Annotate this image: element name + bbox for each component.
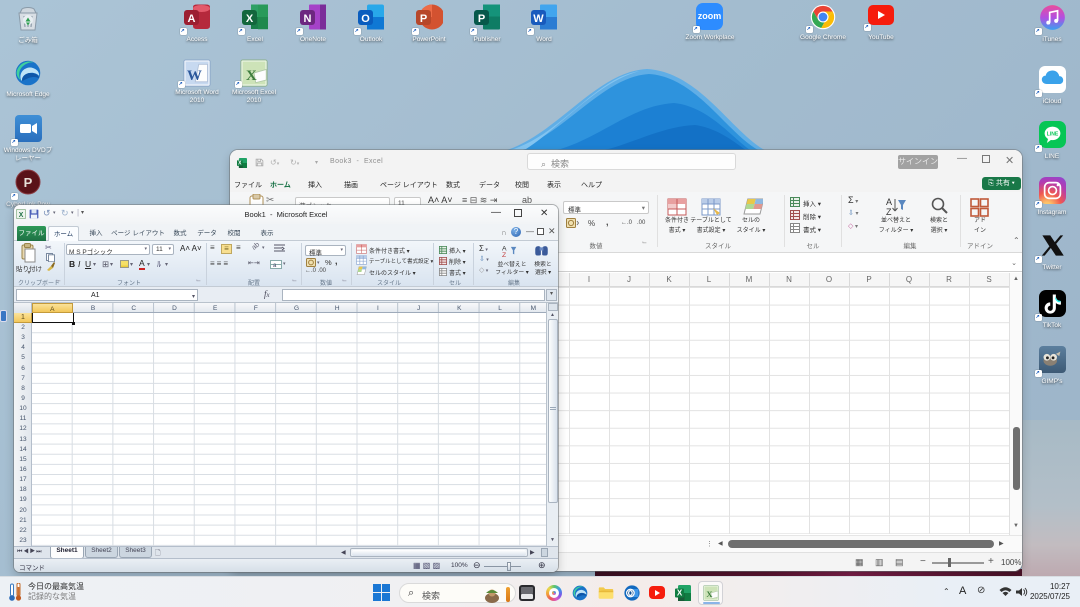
svg-text:X: X — [246, 13, 254, 25]
svg-text:W: W — [533, 13, 544, 25]
svg-text:X: X — [706, 589, 713, 599]
svg-text:O: O — [361, 13, 370, 25]
svg-text:X: X — [677, 589, 683, 598]
svg-text:A: A — [188, 13, 196, 25]
svg-text:Z: Z — [502, 252, 506, 258]
svg-text:LINE: LINE — [1047, 132, 1059, 138]
svg-text:X: X — [246, 68, 257, 84]
svg-text:Z: Z — [886, 207, 892, 216]
svg-text:N: N — [304, 13, 312, 25]
svg-text:P: P — [420, 13, 427, 25]
svg-text:A: A — [502, 245, 507, 252]
svg-text:W: W — [187, 68, 202, 84]
svg-text:P: P — [24, 175, 33, 190]
svg-text:A: A — [886, 197, 892, 207]
svg-text:P: P — [478, 13, 485, 25]
